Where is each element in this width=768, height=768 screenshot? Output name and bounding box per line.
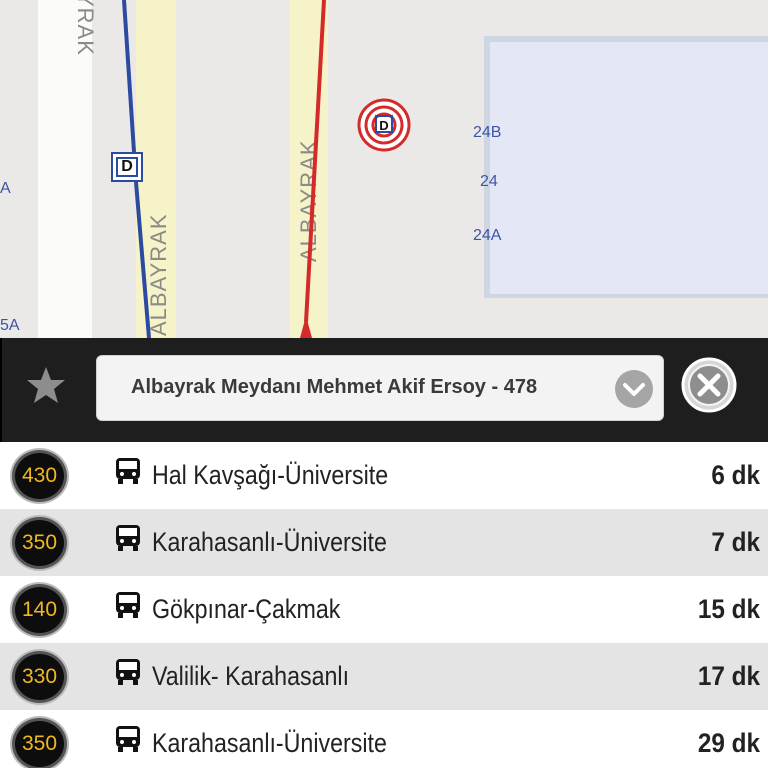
arrival-time: 29 dk [697, 728, 760, 758]
route-line-blue-lower [134, 181, 151, 338]
map-view[interactable]: YRAK ALBAYRAK ALBAYRAK 24B 24 24A A 5A D… [0, 0, 768, 338]
line-number: 140 [21, 598, 58, 621]
arrival-time: 15 dk [697, 594, 760, 624]
route-line-blue [122, 0, 136, 153]
route-name: Valilik- Karahasanlı [152, 661, 350, 691]
route-arrow-red [300, 316, 312, 338]
selected-stop-name: Albayrak Meydanı Mehmet Akif Ersoy - 478 [131, 376, 538, 398]
route-name: Hal Kavşağı-Üniversite [152, 460, 389, 490]
bus-icon [116, 458, 140, 484]
line-badge: 140 [12, 584, 67, 636]
line-number: 430 [21, 464, 58, 487]
route-name: Gökpınar-Çakmak [152, 594, 341, 624]
route-line-red [304, 0, 326, 323]
bus-icon [116, 659, 140, 685]
bus-stop-marker-label: D [116, 157, 138, 177]
selected-stop-target-icon[interactable]: D [357, 98, 411, 152]
list-item[interactable]: 430 Hal Kavşağı-Üniversite 6 dk [0, 442, 768, 509]
close-icon[interactable] [681, 357, 737, 413]
route-name: Karahasanlı-Üniversite [152, 728, 387, 758]
list-item[interactable]: 350 Karahasanlı-Üniversite 29 dk [0, 710, 768, 768]
bus-icon [116, 525, 140, 551]
star-icon[interactable] [26, 365, 66, 405]
route-name: Karahasanlı-Üniversite [152, 527, 387, 557]
arrivals-list: 430 Hal Kavşağı-Üniversite 6 dk 350 Kara… [0, 442, 768, 768]
chevron-down-icon[interactable] [614, 369, 654, 409]
line-number: 350 [21, 732, 58, 755]
target-label: D [379, 118, 388, 133]
line-number: 350 [21, 531, 58, 554]
line-badge: 430 [12, 450, 67, 502]
arrival-time: 7 dk [711, 527, 760, 557]
bus-stop-marker[interactable]: D [111, 152, 143, 182]
list-item[interactable]: 330 Valilik- Karahasanlı 17 dk [0, 643, 768, 710]
list-item[interactable]: 140 Gökpınar-Çakmak 15 dk [0, 576, 768, 643]
stop-dropdown[interactable]: Albayrak Meydanı Mehmet Akif Ersoy - 478 [96, 355, 664, 421]
line-badge: 350 [12, 517, 67, 569]
arrival-time: 6 dk [711, 460, 760, 490]
bus-icon [116, 726, 140, 752]
line-badge: 330 [12, 651, 67, 703]
list-item[interactable]: 350 Karahasanlı-Üniversite 7 dk [0, 509, 768, 576]
bus-icon [116, 592, 140, 618]
arrival-time: 17 dk [697, 661, 760, 691]
line-number: 330 [21, 665, 58, 688]
line-badge: 350 [12, 718, 67, 768]
